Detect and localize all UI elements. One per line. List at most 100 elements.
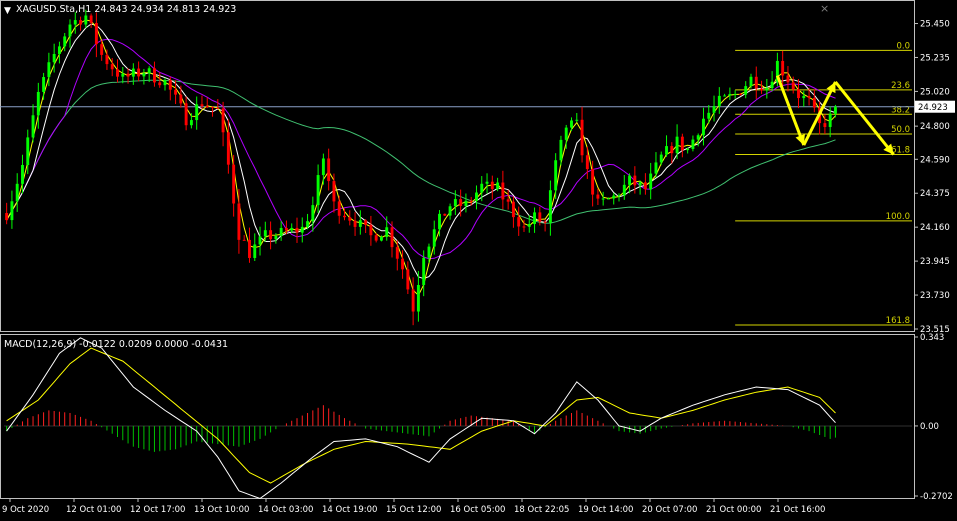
close-window-icon[interactable]: × bbox=[820, 2, 829, 15]
time-axis-label: 16 Oct 05:00 bbox=[450, 505, 505, 515]
candle-body bbox=[348, 217, 352, 221]
time-axis-label: 12 Oct 17:00 bbox=[130, 505, 185, 515]
candle-body bbox=[765, 88, 769, 91]
macd-axis-label: 0.343 bbox=[920, 333, 944, 343]
candle-body bbox=[353, 220, 357, 227]
time-axis-label: 19 Oct 14:00 bbox=[578, 505, 633, 515]
candle-body bbox=[485, 181, 489, 184]
price-pane: 0.023.638.250.061.8100.0161.8 bbox=[0, 9, 914, 326]
time-axis-label: 9 Oct 2020 bbox=[2, 505, 49, 515]
candle-body bbox=[707, 112, 711, 119]
candle-body bbox=[665, 146, 668, 155]
candle-body bbox=[327, 158, 331, 182]
candle-body bbox=[723, 95, 727, 97]
price-axis-label: 23.730 bbox=[920, 291, 950, 301]
chart-svg[interactable]: ▼ XAGUSD.Sta,H1 24.843 24.934 24.813 24.… bbox=[0, 0, 957, 517]
candle-body bbox=[89, 15, 93, 23]
candle-body bbox=[73, 20, 77, 25]
candle-body bbox=[269, 230, 273, 240]
candle-body bbox=[163, 80, 167, 86]
candle-body bbox=[200, 104, 204, 107]
candle-body bbox=[79, 20, 82, 25]
candle-body bbox=[26, 137, 30, 165]
candle-body bbox=[443, 213, 447, 216]
candle-body bbox=[501, 182, 505, 200]
candle-body bbox=[432, 229, 436, 247]
candle-body bbox=[100, 44, 104, 55]
candle-body bbox=[575, 119, 579, 121]
axes: 25.450 25.235 25.020 24.800 24.590 24.375 24.1… bbox=[2, 20, 955, 515]
candle-body bbox=[174, 89, 178, 95]
price-axis-label: 24.590 bbox=[920, 155, 950, 165]
macd-main-line bbox=[6, 337, 836, 500]
candle-body bbox=[10, 201, 14, 221]
candle-body bbox=[733, 93, 737, 95]
candle-body bbox=[290, 227, 294, 231]
candle-body bbox=[168, 80, 172, 90]
candle-body bbox=[680, 136, 684, 151]
candle-body bbox=[211, 106, 214, 108]
candle-body bbox=[628, 175, 632, 185]
candle-body bbox=[68, 24, 72, 37]
macd-pane-frame bbox=[0, 334, 915, 499]
candle-body bbox=[258, 236, 262, 245]
fib-level-label: 23.6 bbox=[891, 81, 910, 91]
time-axis-label: 21 Oct 16:00 bbox=[770, 505, 825, 515]
fib-level-label: 161.8 bbox=[886, 316, 910, 326]
candle-body bbox=[612, 195, 616, 199]
candle-body bbox=[137, 68, 141, 77]
projection-arrow-line bbox=[775, 75, 806, 146]
ma-white-line bbox=[6, 23, 836, 280]
candle-body bbox=[179, 94, 183, 104]
candle-body bbox=[47, 62, 51, 78]
time-axis-label: 21 Oct 00:00 bbox=[706, 505, 761, 515]
candle-body bbox=[110, 64, 114, 70]
candle-body bbox=[617, 195, 621, 197]
candle-body bbox=[263, 230, 267, 237]
candle-body bbox=[786, 75, 790, 83]
candle-body bbox=[469, 200, 473, 202]
symbol-dropdown-icon[interactable]: ▼ bbox=[4, 6, 11, 16]
candle-body bbox=[390, 227, 394, 248]
candle-body bbox=[205, 106, 209, 108]
candle-body bbox=[237, 203, 241, 240]
candle-body bbox=[675, 136, 679, 154]
fib-level-label: 50.0 bbox=[891, 125, 910, 135]
candle-body bbox=[57, 46, 61, 54]
candle-body bbox=[306, 221, 309, 227]
candle-body bbox=[374, 235, 378, 241]
candle-body bbox=[490, 181, 494, 190]
macd-pane bbox=[4, 337, 912, 500]
candle-body bbox=[670, 146, 674, 154]
candle-body bbox=[496, 182, 500, 190]
candle-body bbox=[253, 244, 257, 258]
candle-body bbox=[522, 226, 526, 228]
ma-slow-line bbox=[6, 79, 836, 224]
candle-body bbox=[189, 120, 193, 126]
macd-signal-line bbox=[6, 347, 836, 484]
candle-body bbox=[696, 135, 700, 140]
candle-body bbox=[559, 139, 563, 161]
candle-body bbox=[797, 89, 800, 99]
candle-body bbox=[511, 201, 515, 218]
macd-axis-label: 0.00 bbox=[920, 422, 939, 432]
candle-body bbox=[754, 76, 758, 89]
candle-body bbox=[607, 198, 610, 200]
candle-body bbox=[453, 199, 457, 207]
candle-body bbox=[633, 175, 637, 186]
macd-label: MACD(12,26,9) -0.0122 0.0209 0.0000 -0.0… bbox=[4, 339, 228, 350]
time-axis-label: 12 Oct 01:00 bbox=[66, 505, 121, 515]
candle-body bbox=[580, 119, 584, 156]
candle-body bbox=[284, 227, 288, 231]
price-axis-label: 25.450 bbox=[920, 20, 950, 30]
candle-body bbox=[358, 220, 362, 227]
candle-body bbox=[781, 60, 785, 76]
candle-body bbox=[654, 162, 658, 174]
current-price-label: 24.923 bbox=[918, 103, 948, 113]
candle-body bbox=[649, 173, 653, 190]
candle-body bbox=[316, 175, 320, 206]
candle-body bbox=[36, 91, 40, 116]
candle-body bbox=[131, 68, 135, 77]
candle-body bbox=[184, 103, 188, 126]
candle-body bbox=[321, 158, 325, 176]
